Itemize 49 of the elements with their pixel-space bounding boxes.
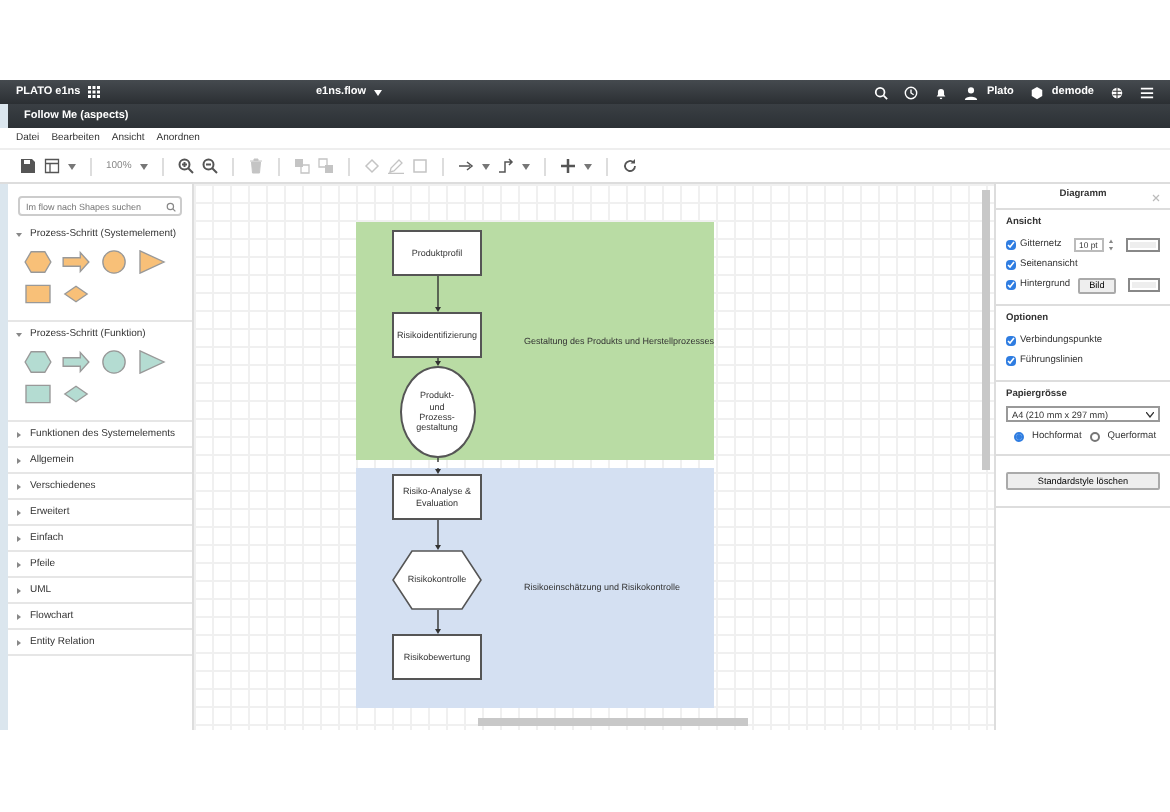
checkbox[interactable] [1006,260,1016,271]
scrollbar-thumb[interactable] [982,190,990,470]
save-icon[interactable] [20,158,36,174]
checkbox[interactable] [1006,336,1016,346]
circle-shape[interactable] [100,250,128,274]
checkbox[interactable] [1006,240,1016,251]
circle-shape[interactable] [100,350,128,374]
connector-arrow [433,520,441,550]
rectangle-shape[interactable] [24,382,52,406]
connector-arrow [433,276,441,312]
search-icon [166,201,176,211]
checkbox[interactable] [1006,356,1016,366]
plus-icon[interactable] [559,158,576,174]
connector-arrow [433,358,441,366]
zoom-in-icon[interactable] [177,158,194,174]
caret-icon[interactable] [374,89,383,95]
checkbox[interactable] [1006,280,1016,291]
clock-icon[interactable] [904,85,919,99]
refresh-icon[interactable] [621,158,638,174]
diamond-shape[interactable] [62,382,90,406]
bell-icon[interactable] [934,85,949,99]
language-icon[interactable] [1110,85,1124,99]
hexagon-shape[interactable] [24,350,52,374]
diamond-shape[interactable] [62,282,90,306]
search-icon[interactable] [874,85,889,99]
scrollbar-thumb[interactable] [478,718,748,726]
color-swatch[interactable] [1128,278,1160,293]
radio-button[interactable] [1014,431,1024,442]
arrow-shape[interactable] [62,250,90,274]
connector-line [433,458,441,462]
menu-icon[interactable] [1140,85,1154,99]
spinner-icon[interactable] [1108,238,1115,253]
connector-arrow [433,468,441,474]
person-icon [964,85,979,99]
triangle-shape[interactable] [138,350,166,374]
triangle-shape[interactable] [138,250,166,274]
arrow-shape[interactable] [62,350,90,374]
rectangle-shape[interactable] [24,282,52,306]
page-layout-icon[interactable] [44,158,60,174]
hexagon-shape[interactable] [24,250,52,274]
apps-grid-icon[interactable] [88,86,101,98]
radio-button[interactable] [1089,431,1100,442]
connector-arrow [433,610,441,634]
cube-icon [1029,85,1044,99]
arrow-icon[interactable] [457,158,474,174]
color-swatch[interactable] [1126,238,1160,253]
elbow-connector-icon[interactable] [497,158,514,174]
zoom-out-icon[interactable] [201,158,218,174]
caret-icon [1146,411,1154,418]
